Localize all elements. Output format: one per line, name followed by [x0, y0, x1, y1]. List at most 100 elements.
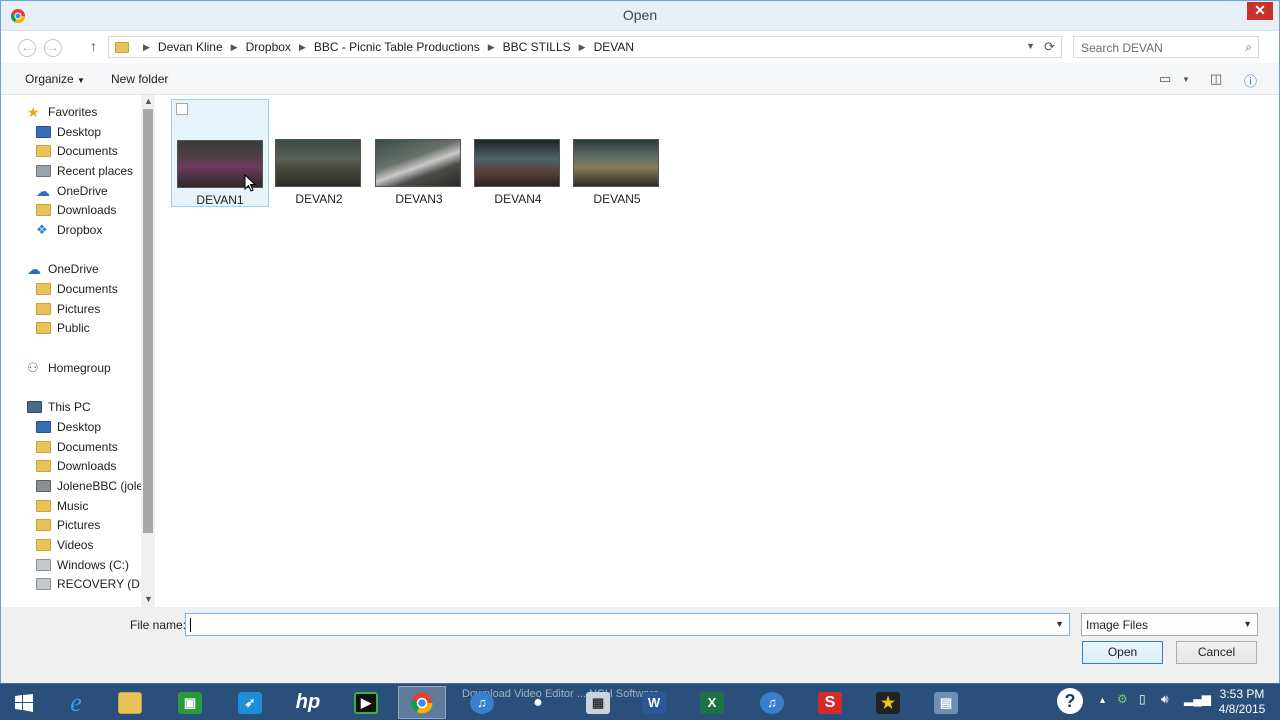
search-input[interactable]: Search DEVAN ⌕: [1073, 36, 1259, 58]
network-icon[interactable]: ▂▄▆: [1184, 692, 1211, 706]
cancel-button[interactable]: Cancel: [1176, 641, 1257, 664]
close-button[interactable]: ✕: [1247, 2, 1273, 20]
star-icon: ★: [27, 104, 40, 120]
nav-od-public[interactable]: Public: [36, 319, 90, 337]
itunes-2-icon[interactable]: ♫: [748, 686, 796, 719]
app-launcher-icon[interactable]: ➶: [226, 686, 274, 719]
store-icon[interactable]: ▣: [166, 686, 214, 719]
help-icon[interactable]: ⓘ: [1244, 71, 1257, 90]
taskbar: e ▣ ➶ hp ▶ Download Video Editor ... NCH…: [0, 683, 1280, 720]
breadcrumb-devan[interactable]: DEVAN: [594, 40, 634, 54]
battery-icon[interactable]: ▯: [1139, 692, 1146, 706]
show-hidden-icons[interactable]: ▲: [1098, 695, 1107, 705]
breadcrumb-bbc-picnic[interactable]: BBC - Picnic Table Productions: [314, 40, 480, 54]
file-view[interactable]: DEVAN1 DEVAN2 DEVAN3 DEVAN4 DEVAN5: [157, 95, 1279, 607]
open-button[interactable]: Open: [1082, 641, 1163, 664]
nav-onedrive[interactable]: ☁ OneDrive: [27, 260, 99, 278]
chevron-down-icon[interactable]: ▼: [1182, 75, 1190, 84]
folder-icon: [115, 41, 129, 53]
help-tray-icon[interactable]: ?: [1057, 688, 1083, 714]
calculator-icon[interactable]: ▦: [574, 686, 622, 719]
scroll-down-icon[interactable]: ▼: [144, 594, 153, 604]
video-capture-icon[interactable]: ▶: [342, 686, 390, 719]
nav-pc-recovery-d[interactable]: RECOVERY (D:): [36, 575, 147, 593]
desktop-icon: [36, 421, 51, 433]
nav-fav-recent[interactable]: Recent places: [36, 162, 133, 180]
excel-icon[interactable]: X: [688, 686, 736, 719]
breadcrumb-dropbox[interactable]: Dropbox: [246, 40, 291, 54]
nav-this-pc[interactable]: This PC: [27, 398, 91, 416]
nav-od-documents[interactable]: Documents: [36, 280, 118, 298]
nav-pc-videos[interactable]: Videos: [36, 536, 93, 554]
pictures-folder-icon: [36, 519, 51, 531]
chevron-right-icon: ▶: [298, 41, 306, 52]
file-type-select[interactable]: Image Files ▼: [1081, 613, 1258, 636]
file-tile-devan3[interactable]: DEVAN3: [370, 99, 468, 207]
nav-pc-pictures[interactable]: Pictures: [36, 516, 100, 534]
file-explorer-icon[interactable]: [106, 686, 154, 719]
scroll-up-icon[interactable]: ▲: [144, 96, 153, 106]
file-name-field[interactable]: ▼: [185, 613, 1070, 636]
movie-maker-icon[interactable]: ★: [864, 686, 912, 719]
breadcrumb-devan-kline[interactable]: Devan Kline: [158, 40, 223, 54]
word-icon[interactable]: W: [630, 686, 678, 719]
internet-explorer-icon[interactable]: e: [52, 686, 100, 719]
clock[interactable]: 3:53 PM 4/8/2015: [1212, 687, 1272, 717]
up-button[interactable]: ↑: [90, 38, 97, 54]
address-bar[interactable]: ▶ Devan Kline ▶ Dropbox ▶ BBC - Picnic T…: [108, 36, 1062, 58]
volume-icon[interactable]: 🔊︎: [1161, 692, 1169, 707]
open-dialog: Open ✕ ← → ↑ ▶ Devan Kline ▶ Dropbox ▶ B…: [0, 0, 1280, 684]
itunes-icon[interactable]: ♫: [458, 686, 506, 719]
preview-pane-icon[interactable]: ◫: [1210, 71, 1222, 87]
title-bar[interactable]: Open ✕: [1, 1, 1279, 31]
nav-fav-desktop[interactable]: Desktop: [36, 123, 101, 141]
search-placeholder: Search DEVAN: [1081, 41, 1163, 55]
new-folder-button[interactable]: New folder: [111, 72, 168, 86]
file-tile-devan2[interactable]: DEVAN2: [270, 99, 368, 207]
command-bar: Organize ▼ New folder ▭ ▼ ◫ ⓘ: [1, 63, 1279, 95]
nav-pc-windows-c[interactable]: Windows (C:): [36, 556, 129, 574]
select-checkbox[interactable]: [176, 103, 188, 115]
nav-homegroup[interactable]: ⚇ Homegroup: [27, 359, 111, 377]
nav-favorites[interactable]: ★ Favorites: [27, 103, 97, 121]
folder-icon: [36, 283, 51, 295]
nav-pc-jolenebbc[interactable]: JoleneBBC (jolen: [36, 477, 150, 495]
chevron-down-icon[interactable]: ▼: [1055, 619, 1064, 629]
file-tile-devan1[interactable]: DEVAN1: [171, 99, 269, 207]
refresh-icon[interactable]: ⟳: [1044, 39, 1055, 55]
nav-pc-documents[interactable]: Documents: [36, 438, 118, 456]
change-view-icon[interactable]: ▭: [1159, 71, 1171, 87]
clock-time: 3:53 PM: [1219, 687, 1265, 701]
organize-button[interactable]: Organize ▼: [25, 72, 85, 86]
window-title: Open: [622, 7, 658, 23]
file-tile-devan5[interactable]: DEVAN5: [568, 99, 666, 207]
file-name-label: DEVAN5: [593, 192, 641, 206]
s-app-icon[interactable]: S: [806, 686, 854, 719]
forward-button[interactable]: →: [44, 39, 62, 57]
nav-pc-downloads[interactable]: Downloads: [36, 457, 116, 475]
scrollbar-thumb[interactable]: [143, 109, 153, 533]
video-editor-icon[interactable]: ▤: [922, 686, 970, 719]
nav-pc-desktop[interactable]: Desktop: [36, 418, 101, 436]
dialog-footer: File name: ▼ Image Files ▼ Open Cancel: [1, 607, 1279, 684]
nav-scrollbar[interactable]: ▲ ▼: [141, 95, 155, 607]
nav-pc-music[interactable]: Music: [36, 497, 88, 515]
file-tile-devan4[interactable]: DEVAN4: [469, 99, 567, 207]
chrome-taskbar-icon[interactable]: [398, 686, 446, 719]
nav-fav-dropbox[interactable]: ❖ Dropbox: [36, 221, 102, 239]
breadcrumb-bbc-stills[interactable]: BBC STILLS: [503, 40, 571, 54]
drive-icon: [36, 578, 51, 590]
webcam-icon[interactable]: ●: [514, 686, 562, 719]
nav-fav-documents[interactable]: Documents: [36, 142, 118, 160]
back-button[interactable]: ←: [18, 39, 36, 57]
hp-icon[interactable]: hp: [284, 686, 332, 719]
chevron-right-icon: ▶: [578, 41, 586, 52]
nav-fav-downloads[interactable]: Downloads: [36, 201, 116, 219]
nav-fav-onedrive[interactable]: ☁ OneDrive: [36, 182, 108, 200]
security-icon[interactable]: ⚙: [1117, 692, 1128, 706]
breadcrumb: ▶ Devan Kline ▶ Dropbox ▶ BBC - Picnic T…: [115, 40, 634, 54]
chevron-down-icon[interactable]: ▼: [1026, 41, 1035, 51]
search-icon[interactable]: ⌕: [1245, 40, 1252, 55]
nav-od-pictures[interactable]: Pictures: [36, 300, 100, 318]
start-button[interactable]: [0, 686, 48, 719]
